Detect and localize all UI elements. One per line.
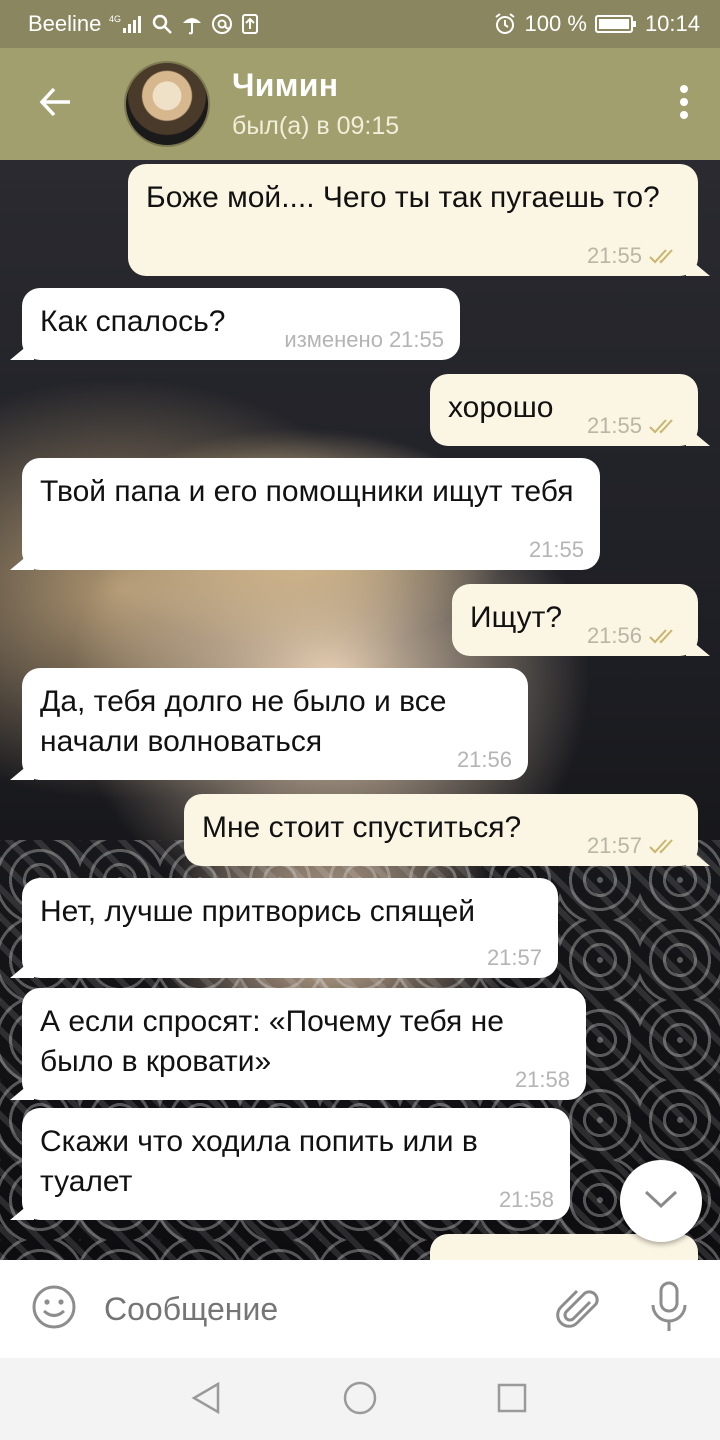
message-time: 21:57 <box>486 945 542 970</box>
message-incoming[interactable]: Как спалось? изменено 21:55 <box>22 288 460 360</box>
message-incoming[interactable]: Скажи что ходила попить или в туалет 21:… <box>22 1108 570 1220</box>
message-meta: 21:55 <box>587 414 682 438</box>
system-nav-bar <box>0 1358 720 1440</box>
double-check-icon <box>648 247 682 265</box>
message-meta: 21:56 <box>457 748 512 772</box>
message-meta: 21:56 <box>587 624 682 648</box>
battery-icon <box>594 13 637 35</box>
edited-label: изменено <box>284 327 383 352</box>
status-bar: Beeline 4G 100 % 10:14 <box>0 0 720 48</box>
message-outgoing[interactable]: Ищут? 21:56 <box>452 584 698 656</box>
clock: 10:14 <box>644 11 700 36</box>
back-arrow-icon <box>38 84 74 125</box>
contact-info[interactable]: Чимин был(а) в 09:15 <box>232 67 399 141</box>
message-text: Да, тебя долго не было и все начали волн… <box>40 685 447 758</box>
message-meta: изменено 21:55 <box>284 328 444 352</box>
more-vert-icon <box>679 84 689 125</box>
alarm-icon <box>493 12 517 36</box>
message-incoming[interactable]: Да, тебя долго не было и все начали волн… <box>22 668 528 780</box>
message-time: 21:55 <box>388 327 444 352</box>
message-text: Нет, лучше притворись спящей <box>40 895 476 928</box>
message-incoming[interactable]: Твой папа и его помощники ищут тебя 21:5… <box>22 458 600 570</box>
nav-recents-button[interactable] <box>492 1380 532 1420</box>
search-icon <box>151 13 173 35</box>
battery-percent: 100 % <box>524 11 587 36</box>
scroll-down-button[interactable] <box>620 1160 702 1242</box>
message-meta: 21:58 <box>499 1188 554 1212</box>
message-input[interactable] <box>104 1290 524 1328</box>
message-incoming[interactable]: А если спросят: «Почему тебя не было в к… <box>22 988 586 1100</box>
message-time: 21:55 <box>586 243 642 268</box>
carrier-label: Beeline <box>28 11 102 36</box>
message-meta: 21:55 <box>529 538 584 562</box>
message-meta: 21:57 <box>587 834 682 858</box>
message-meta: 21:55 <box>587 244 682 268</box>
signal-icon: 4G <box>109 13 143 35</box>
voice-record-button[interactable] <box>646 1281 692 1338</box>
nav-home-button[interactable] <box>340 1380 380 1420</box>
emoji-icon <box>31 1284 77 1335</box>
double-check-icon <box>648 417 682 435</box>
message-outgoing[interactable]: Боже мой.... Чего ты так пугаешь то? 21:… <box>128 164 698 276</box>
message-time: 21:56 <box>586 623 642 648</box>
message-time: 21:55 <box>528 537 584 562</box>
mic-icon <box>649 1281 689 1338</box>
umbrella-icon <box>181 13 203 35</box>
message-outgoing[interactable]: хорошо 21:55 <box>430 374 698 446</box>
contact-name: Чимин <box>232 67 339 103</box>
chat-header: Чимин был(а) в 09:15 <box>0 48 720 160</box>
contact-last-seen: был(а) в 09:15 <box>232 112 400 140</box>
at-icon <box>211 13 233 35</box>
message-meta: 21:58 <box>515 1068 570 1092</box>
nav-back-icon <box>188 1380 224 1421</box>
message-meta: 21:57 <box>487 946 542 970</box>
message-time: 21:56 <box>456 747 512 772</box>
more-options-button[interactable] <box>656 48 712 160</box>
message-time: 21:55 <box>586 413 642 438</box>
chat-wallpaper: Боже мой.... Чего ты так пугаешь то? 21:… <box>0 160 720 1260</box>
message-time: 21:58 <box>514 1067 570 1092</box>
double-check-icon <box>648 627 682 645</box>
message-incoming[interactable]: Нет, лучше притворись спящей 21:57 <box>22 878 558 978</box>
back-button[interactable] <box>8 48 104 160</box>
message-text: Твой папа и его помощники ищут тебя <box>40 475 574 508</box>
message-time: 21:58 <box>498 1187 554 1212</box>
attach-button[interactable] <box>552 1284 602 1334</box>
double-check-icon <box>648 837 682 855</box>
svg-text:4G: 4G <box>109 14 121 24</box>
message-time: 21:57 <box>586 833 642 858</box>
upload-icon <box>241 13 259 35</box>
message-text: А если спросят: «Почему тебя не было в к… <box>40 1005 504 1078</box>
nav-recents-icon <box>494 1380 530 1421</box>
message-text: Скажи что ходила попить или в туалет <box>40 1125 478 1198</box>
message-text: Боже мой.... Чего ты так пугаешь то? <box>146 181 660 214</box>
emoji-button[interactable] <box>30 1285 78 1333</box>
avatar[interactable] <box>124 61 210 147</box>
attach-icon <box>554 1284 600 1335</box>
nav-home-icon <box>342 1380 378 1421</box>
nav-back-button[interactable] <box>186 1380 226 1420</box>
message-outgoing[interactable]: Мне стоит спуститься? 21:57 <box>184 794 698 866</box>
chevron-down-icon <box>643 1188 679 1215</box>
message-composer <box>0 1260 720 1358</box>
